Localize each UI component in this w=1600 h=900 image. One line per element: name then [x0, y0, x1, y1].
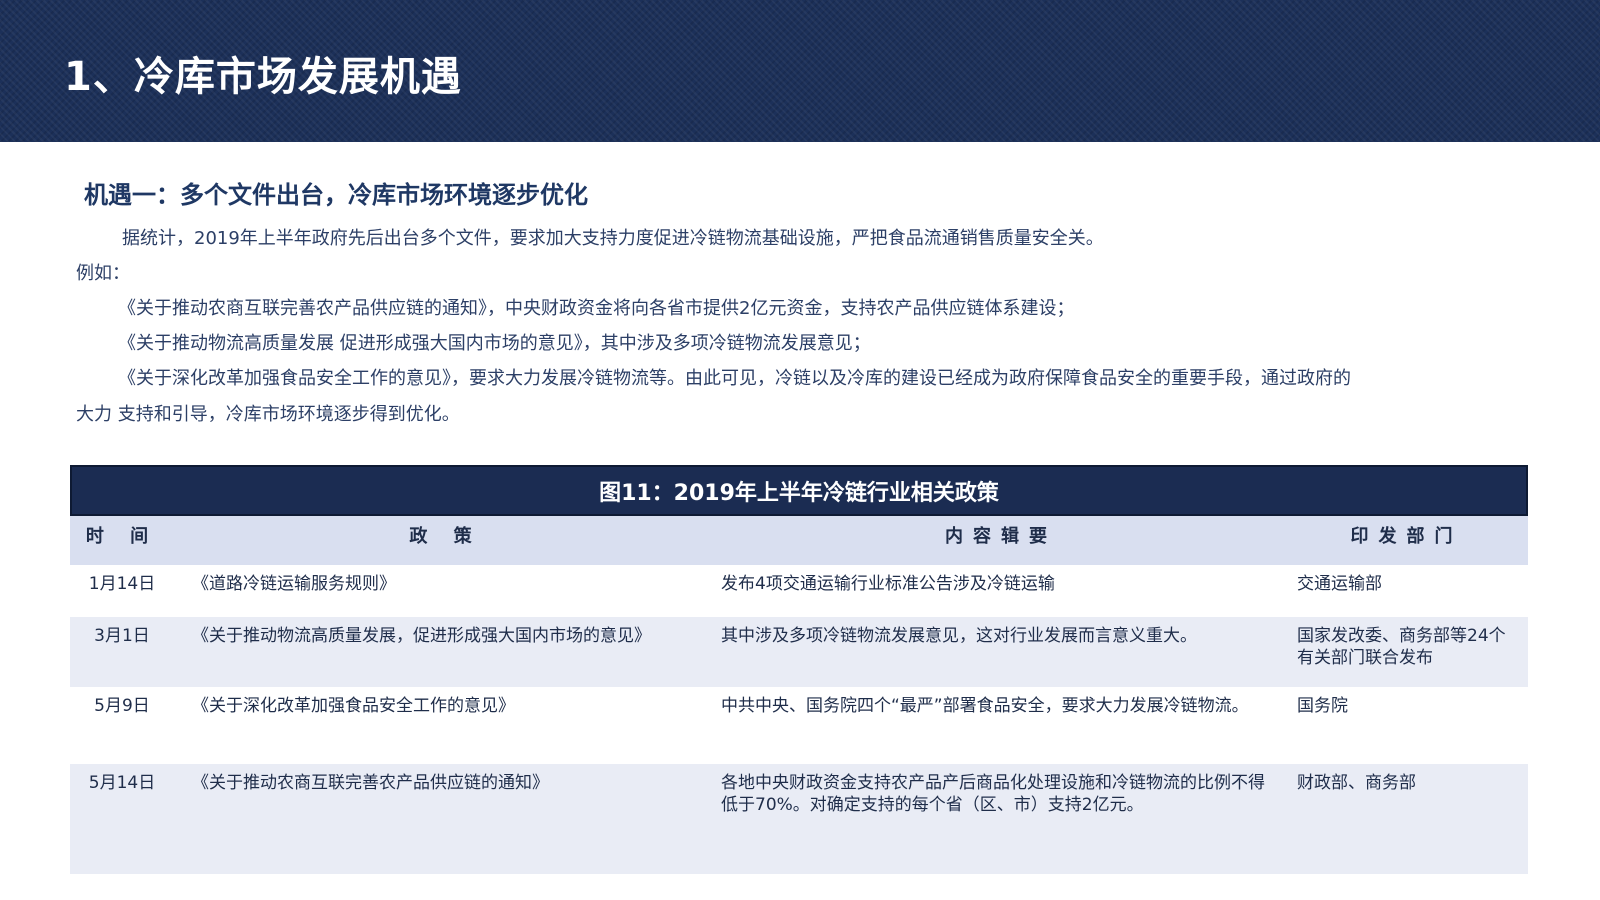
header-department: 印发部门: [1285, 516, 1528, 565]
row-department: 国家发改委、商务部等24个有关部门联合发布: [1285, 617, 1528, 687]
row-policy: 《关于深化改革加强食品安全工作的意见》: [174, 687, 717, 764]
table-row: 1月14日 《道路冷链运输服务规则》 发布4项交通运输行业标准公告涉及冷链运输 …: [70, 565, 1528, 617]
paragraph-intro: 据统计，2019年上半年政府先后出台多个文件，要求加大支持力度促进冷链物流基础设…: [122, 228, 1104, 249]
table-row: 5月9日 《关于深化改革加强食品安全工作的意见》 中共中央、国务院四个“最严”部…: [70, 687, 1528, 764]
paragraph-policy-2: 《关于推动物流高质量发展 促进形成强大国内市场的意见》，其中涉及多项冷链物流发展…: [118, 333, 871, 354]
header-date: 时 间: [70, 516, 174, 565]
row-content: 各地中央财政资金支持农产品产后商品化处理设施和冷链物流的比例不得低于70%。对确…: [717, 764, 1285, 874]
header-policy: 政 策: [174, 516, 717, 565]
row-content: 发布4项交通运输行业标准公告涉及冷链运输: [717, 565, 1285, 617]
row-policy: 《关于推动农商互联完善农产品供应链的通知》: [174, 764, 717, 874]
row-date: 3月1日: [70, 617, 174, 687]
paragraph-conclusion: 大力 支持和引导，冷库市场环境逐步得到优化。: [76, 404, 460, 425]
header-banner: 1、冷库市场发展机遇: [0, 0, 1600, 142]
row-department: 财政部、商务部: [1285, 764, 1528, 874]
row-policy: 《关于推动物流高质量发展，促进形成强大国内市场的意见》: [174, 617, 717, 687]
header-content: 内容辑要: [717, 516, 1285, 565]
paragraph-policy-3: 《关于深化改革加强食品安全工作的意见》，要求大力发展冷链物流等。由此可见，冷链以…: [118, 368, 1351, 389]
row-policy: 《道路冷链运输服务规则》: [174, 565, 717, 617]
policy-table: 时 间 政 策 内容辑要 印发部门 1月14日 《道路冷链运输服务规则》 发布4…: [70, 516, 1528, 874]
policy-table-section: 图11：2019年上半年冷链行业相关政策 时 间 政 策 内容辑要 印发部门 1…: [70, 465, 1528, 874]
row-content: 中共中央、国务院四个“最严”部署食品安全，要求大力发展冷链物流。: [717, 687, 1285, 764]
row-date: 5月9日: [70, 687, 174, 764]
table-title: 图11：2019年上半年冷链行业相关政策: [70, 465, 1528, 516]
row-date: 1月14日: [70, 565, 174, 617]
table-row: 5月14日 《关于推动农商互联完善农产品供应链的通知》 各地中央财政资金支持农产…: [70, 764, 1528, 874]
paragraph-policy-1: 《关于推动农商互联完善农产品供应链的通知》，中央财政资金将向各省市提供2亿元资金…: [118, 298, 1075, 319]
paragraph-example-label: 例如：: [76, 263, 130, 284]
table-row: 3月1日 《关于推动物流高质量发展，促进形成强大国内市场的意见》 其中涉及多项冷…: [70, 617, 1528, 687]
row-department: 交通运输部: [1285, 565, 1528, 617]
row-date: 5月14日: [70, 764, 174, 874]
row-content: 其中涉及多项冷链物流发展意见，这对行业发展而言意义重大。: [717, 617, 1285, 687]
table-header-row: 时 间 政 策 内容辑要 印发部门: [70, 516, 1528, 565]
section-heading: 机遇一：多个文件出台，冷库市场环境逐步优化: [84, 181, 588, 209]
page-title: 1、冷库市场发展机遇: [64, 54, 462, 100]
row-department: 国务院: [1285, 687, 1528, 764]
